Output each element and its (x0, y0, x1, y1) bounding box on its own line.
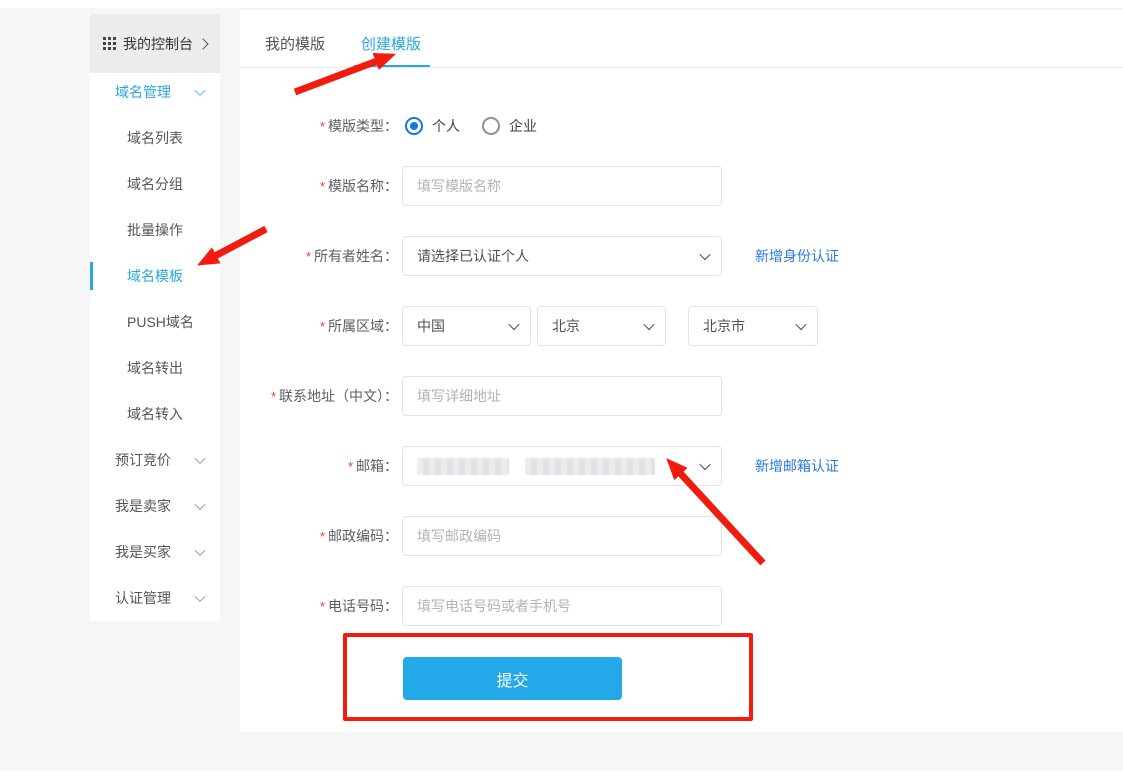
chevron-down-icon (194, 452, 206, 465)
sidebar-item-label: 域名转出 (127, 360, 183, 376)
tab-my-templates[interactable]: 我的模版 (265, 35, 325, 55)
field-label: * 模版名称： (319, 178, 398, 194)
tab-create-template[interactable]: 创建模版 (361, 35, 421, 55)
required-marker: * (319, 319, 325, 334)
console-header[interactable]: 我的控制台 (90, 14, 220, 73)
postal-code-input[interactable] (402, 516, 722, 556)
tab-divider (240, 67, 1123, 68)
form-row-template-name: * 模版名称： (240, 166, 1123, 206)
radio-enterprise[interactable]: 企业 (482, 116, 537, 136)
redaction-blur (525, 457, 655, 475)
chevron-down-icon (194, 590, 206, 603)
required-marker: * (319, 119, 325, 134)
template-type-radio-group: 个人 企业 (405, 106, 537, 146)
required-marker: * (319, 599, 325, 614)
chevron-down-icon (699, 248, 711, 261)
chevron-down-icon (508, 318, 520, 331)
field-label: * 模版类型： (319, 118, 398, 134)
sidebar-item-domain-transfer-in[interactable]: 域名转入 (90, 391, 220, 437)
radio-unselected-icon[interactable] (482, 117, 500, 135)
sidebar-item-push-domains[interactable]: PUSH域名 (90, 299, 220, 345)
sidebar-item-label: 域名模板 (127, 268, 183, 284)
select-value: 北京 (552, 318, 580, 334)
sidebar-item-auth-management[interactable]: 认证管理 (90, 575, 220, 621)
radio-label: 个人 (432, 118, 460, 134)
redacted-email-value (417, 457, 655, 475)
sidebar-item-domain-groups[interactable]: 域名分组 (90, 161, 220, 207)
chevron-right-icon (197, 37, 209, 50)
field-label: * 所有者姓名： (305, 248, 398, 264)
main-panel: 我的模版 创建模版 *模版类型： 个人 企业 *模版名称： *所有者姓名： 请选… (240, 10, 1123, 732)
sidebar-item-label: PUSH域名 (127, 314, 194, 330)
required-marker: * (347, 459, 353, 474)
form-row-phone: * 电话号码： (240, 586, 1123, 626)
chevron-down-icon (194, 498, 206, 511)
form-row-owner-name: * 所有者姓名： 请选择已认证个人 新增身份认证 (240, 236, 1123, 276)
owner-name-select[interactable]: 请选择已认证个人 (402, 236, 722, 276)
field-label: * 电话号码： (319, 598, 398, 614)
sidebar-item-domain-transfer-out[interactable]: 域名转出 (90, 345, 220, 391)
console-title: 我的控制台 (123, 35, 193, 52)
chevron-down-icon (194, 544, 206, 557)
select-value: 北京市 (703, 318, 745, 334)
sidebar-item-label: 域名转入 (127, 406, 183, 422)
select-value: 请选择已认证个人 (417, 248, 529, 264)
region-country-select[interactable]: 中国 (402, 306, 531, 346)
region-province-select[interactable]: 北京 (537, 306, 666, 346)
sidebar-item-domain-list[interactable]: 域名列表 (90, 115, 220, 161)
chevron-down-icon (194, 84, 206, 97)
add-identity-auth-link[interactable]: 新增身份认证 (755, 236, 839, 276)
required-marker: * (270, 389, 276, 404)
sidebar: 我的控制台 域名管理 域名列表 域名分组 批量操作 域名模板 PUSH域名 域名… (90, 14, 220, 621)
radio-label: 企业 (509, 118, 537, 134)
field-label: * 邮箱： (347, 458, 398, 474)
radio-selected-icon[interactable] (405, 117, 423, 135)
chevron-down-icon (699, 458, 711, 471)
field-label: * 所属区域： (319, 318, 398, 334)
add-email-auth-link[interactable]: 新增邮箱认证 (755, 446, 839, 486)
submit-button[interactable]: 提交 (403, 657, 622, 700)
form-row-email: * 邮箱： 新增邮箱认证 (240, 446, 1123, 486)
form-row-template-type: * 模版类型： 个人 企业 (240, 106, 1123, 146)
chevron-down-icon (795, 318, 807, 331)
grid-menu-icon (103, 37, 116, 50)
redaction-blur (417, 457, 509, 475)
sidebar-item-label: 我是买家 (115, 544, 171, 560)
sidebar-item-i-am-seller[interactable]: 我是卖家 (90, 483, 220, 529)
radio-personal[interactable]: 个人 (405, 116, 460, 136)
chevron-down-icon (643, 318, 655, 331)
form-row-region: * 所属区域： 中国 北京 北京市 (240, 306, 1123, 346)
sidebar-item-label: 预订竞价 (115, 452, 171, 468)
field-label: * 联系地址（中文）： (270, 388, 398, 404)
select-value: 中国 (417, 318, 445, 334)
required-marker: * (319, 529, 325, 544)
sidebar-item-batch-operations[interactable]: 批量操作 (90, 207, 220, 253)
sidebar-item-label: 认证管理 (115, 590, 171, 606)
field-label: * 邮政编码： (319, 528, 398, 544)
sidebar-item-reserve-bidding[interactable]: 预订竞价 (90, 437, 220, 483)
sidebar-item-domain-management[interactable]: 域名管理 (90, 69, 220, 115)
sidebar-item-label: 域名分组 (127, 176, 183, 192)
region-city-select[interactable]: 北京市 (688, 306, 818, 346)
phone-input[interactable] (402, 586, 722, 626)
sidebar-item-i-am-buyer[interactable]: 我是买家 (90, 529, 220, 575)
sidebar-item-label: 我是卖家 (115, 498, 171, 514)
address-input[interactable] (402, 376, 722, 416)
sidebar-item-domain-templates[interactable]: 域名模板 (90, 253, 220, 299)
template-name-input[interactable] (402, 166, 722, 206)
sidebar-item-label: 批量操作 (127, 222, 183, 238)
form-row-postal-code: * 邮政编码： (240, 516, 1123, 556)
email-select[interactable] (402, 446, 722, 486)
form-row-address-cn: * 联系地址（中文）： (240, 376, 1123, 416)
sidebar-item-label: 域名列表 (127, 130, 183, 146)
sidebar-item-label: 域名管理 (115, 84, 171, 100)
required-marker: * (319, 179, 325, 194)
required-marker: * (305, 249, 311, 264)
